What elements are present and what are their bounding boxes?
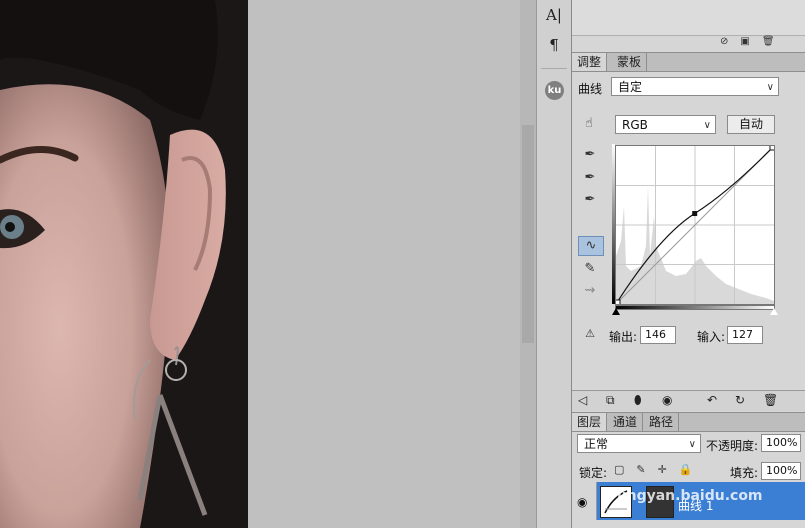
upper-panel-icons: ⊘ ▣ 🗑 bbox=[720, 36, 805, 50]
fill-label: 填充: bbox=[730, 466, 759, 480]
output-gradient-bar bbox=[612, 144, 615, 304]
lock-position-icon[interactable]: ✛ bbox=[658, 463, 667, 476]
tab-channels[interactable]: 通道 bbox=[608, 413, 644, 431]
ku-badge-icon[interactable]: ku bbox=[545, 81, 564, 100]
output-label: 输出: bbox=[609, 330, 638, 344]
dock-divider bbox=[541, 68, 567, 69]
tab-mask[interactable]: 蒙板 bbox=[612, 53, 648, 71]
output-field[interactable]: 146 bbox=[640, 326, 676, 344]
adjust-footer: ◁ ⧉ ⬮ ◉ ↶ ↻ 🗑 bbox=[572, 390, 805, 411]
channel-select[interactable]: RGB ∨ bbox=[615, 115, 716, 134]
previous-state-icon[interactable]: ↶ bbox=[707, 393, 717, 407]
clip-layer-icon[interactable]: ⬮ bbox=[634, 393, 642, 408]
curve-point-tool-icon[interactable]: ∿ bbox=[578, 236, 604, 256]
input-field[interactable]: 127 bbox=[727, 326, 763, 344]
upper-panel-area bbox=[572, 0, 805, 36]
tab-adjust[interactable]: 调整 bbox=[572, 53, 608, 71]
paragraph-panel-icon[interactable]: ¶ bbox=[537, 36, 571, 54]
input-label: 输入: bbox=[697, 330, 726, 344]
lock-icons: ▢ ✎ ✛ 🔒 bbox=[614, 463, 693, 476]
chevron-down-icon: ∨ bbox=[766, 82, 774, 93]
curves-label: 曲线 bbox=[578, 82, 603, 96]
scrollbar-thumb[interactable] bbox=[522, 125, 534, 343]
preset-value: 自定 bbox=[618, 80, 643, 94]
delete-adjustment-icon[interactable]: 🗑 bbox=[763, 393, 778, 407]
chevron-down-icon: ∨ bbox=[688, 439, 696, 450]
black-eyedropper-icon[interactable]: ✒ bbox=[581, 146, 599, 164]
adjust-tabbar: 调整 蒙板 bbox=[572, 52, 805, 72]
input-gradient-bar bbox=[615, 305, 775, 310]
curves-plot[interactable] bbox=[614, 144, 776, 306]
blend-mode-select[interactable]: 正常 ∨ bbox=[577, 434, 701, 453]
next-layer-row[interactable] bbox=[596, 520, 805, 528]
smooth-curve-icon[interactable]: ⇝ bbox=[581, 282, 599, 300]
auto-button[interactable]: 自动 bbox=[727, 115, 775, 134]
tab-paths[interactable]: 路径 bbox=[644, 413, 680, 431]
photo-canvas bbox=[0, 0, 248, 528]
trash-icon[interactable]: 🗑 bbox=[762, 36, 775, 50]
channel-value: RGB bbox=[622, 118, 648, 132]
layer-visibility-cell[interactable]: ◉ bbox=[572, 482, 597, 528]
no-entry-icon[interactable]: ⊘ bbox=[720, 36, 728, 50]
fill-field[interactable]: 100% bbox=[761, 462, 801, 480]
portrait-image bbox=[0, 0, 248, 528]
opacity-label: 不透明度: bbox=[706, 439, 759, 453]
preset-select[interactable]: 自定 ∨ bbox=[611, 77, 779, 96]
back-arrow-icon[interactable]: ◁ bbox=[578, 393, 587, 407]
canvas-background bbox=[248, 0, 520, 528]
new-layer-icon[interactable]: ▣ bbox=[740, 36, 749, 50]
pencil-tool-icon[interactable]: ✎ bbox=[581, 260, 599, 278]
visibility-eye-icon[interactable]: ◉ bbox=[577, 495, 587, 509]
curve-control-point bbox=[692, 211, 698, 217]
white-eyedropper-icon[interactable]: ✒ bbox=[581, 191, 599, 209]
white-point-slider[interactable] bbox=[770, 308, 778, 315]
lock-pixels-icon[interactable]: ✎ bbox=[636, 463, 645, 476]
character-panel-icon[interactable]: A| bbox=[537, 6, 571, 24]
curve-endpoint-white bbox=[769, 144, 776, 151]
lock-label: 锁定: bbox=[579, 466, 608, 480]
expand-view-icon[interactable]: ⧉ bbox=[606, 393, 615, 408]
curve-endpoint-black bbox=[614, 299, 621, 306]
panel-dock-strip: A| ¶ bbox=[536, 0, 571, 528]
opacity-field[interactable]: 100% bbox=[761, 434, 801, 452]
reset-icon[interactable]: ↻ bbox=[735, 393, 745, 407]
hand-target-icon[interactable]: ☝ bbox=[580, 115, 598, 133]
black-point-slider[interactable] bbox=[612, 308, 620, 315]
chevron-down-icon: ∨ bbox=[703, 120, 711, 131]
layers-tabbar: 图层 通道 路径 bbox=[572, 412, 805, 432]
lock-all-icon[interactable]: 🔒 bbox=[679, 463, 693, 476]
curves-graph[interactable] bbox=[614, 144, 776, 306]
tab-layers[interactable]: 图层 bbox=[572, 413, 608, 431]
gray-eyedropper-icon[interactable]: ✒ bbox=[581, 169, 599, 187]
blend-mode-value: 正常 bbox=[584, 437, 609, 451]
lock-transparency-icon[interactable]: ▢ bbox=[614, 463, 624, 476]
watermark-text: jingyan.baidu.com bbox=[617, 488, 763, 504]
visibility-eye-icon[interactable]: ◉ bbox=[662, 393, 672, 407]
clipping-warning-icon[interactable]: ⚠ bbox=[581, 325, 599, 343]
